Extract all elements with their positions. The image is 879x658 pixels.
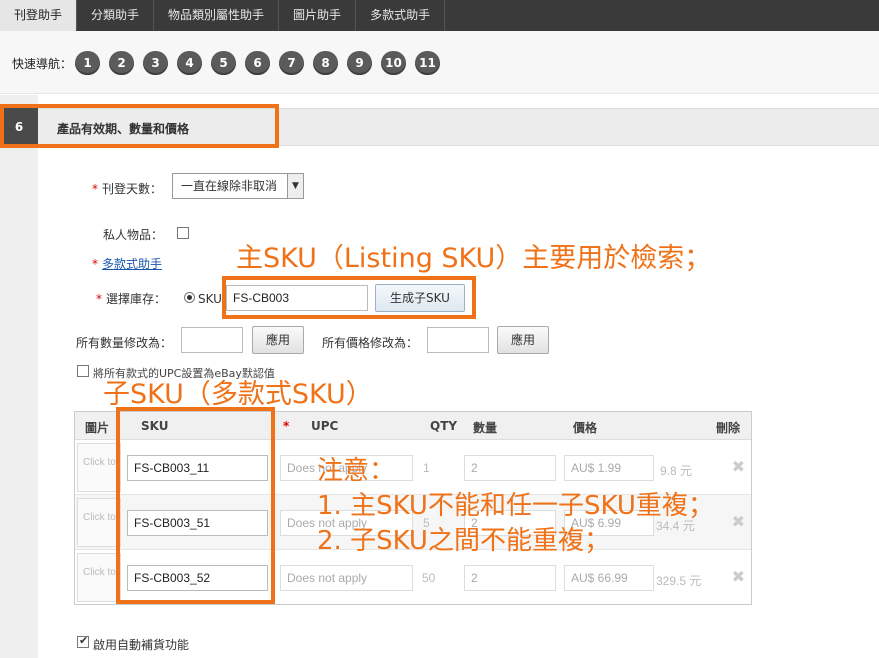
quick-nav-step-5[interactable]: 5 xyxy=(211,51,236,75)
converted-price: 329.5 元 xyxy=(656,574,702,588)
apply-price-button[interactable]: 應用 xyxy=(497,326,549,354)
auto-restock-checkbox[interactable] xyxy=(77,634,89,648)
upc-input[interactable]: Does not apply xyxy=(280,565,413,591)
image-placeholder[interactable]: Click to change xyxy=(77,553,121,602)
header-qty: QTY xyxy=(430,419,458,433)
image-placeholder[interactable]: Click to change xyxy=(77,443,121,492)
header-price: 價格 xyxy=(573,421,598,435)
quick-nav-label: 快速導航： xyxy=(12,57,73,71)
duration-select[interactable]: 一直在線除非取消 ▼ xyxy=(172,173,304,199)
variation-helper-link[interactable]: 多款式助手 xyxy=(102,257,162,271)
delete-icon[interactable]: ✖ xyxy=(732,512,745,531)
quantity-input[interactable]: 2 xyxy=(464,455,556,481)
header-image: 圖片 xyxy=(85,421,110,435)
price-input[interactable]: AU$ 1.99 xyxy=(564,455,654,481)
tab-item-specifics-helper[interactable]: 物品類別屬性助手 xyxy=(154,0,280,31)
sku-radio-label: SKU xyxy=(198,292,222,306)
section-highlight-box xyxy=(0,104,279,148)
header-quantity: 數量 xyxy=(473,421,498,435)
tab-category-helper[interactable]: 分類助手 xyxy=(77,0,155,31)
header-upc: UPC xyxy=(311,419,339,433)
note-title: 注意： xyxy=(317,456,396,486)
all-quantity-input[interactable] xyxy=(181,327,243,353)
all-price-input[interactable] xyxy=(427,327,489,353)
note-1: 1. 主SKU不能和任一子SKU重複； xyxy=(317,491,714,521)
quick-nav-step-3[interactable]: 3 xyxy=(143,51,168,75)
qty-value: 1 xyxy=(423,461,430,475)
tab-image-helper[interactable]: 圖片助手 xyxy=(279,0,357,31)
converted-price: 9.8 元 xyxy=(660,464,693,478)
child-sku-highlight-box xyxy=(116,407,275,604)
quick-nav: 快速導航： 1 2 3 4 5 6 7 8 9 10 11 xyxy=(0,31,879,94)
quick-nav-step-8[interactable]: 8 xyxy=(313,51,338,75)
quick-nav-step-4[interactable]: 4 xyxy=(177,51,202,75)
upc-default-checkbox[interactable] xyxy=(77,365,89,377)
all-quantity-label: 所有數量修改為： xyxy=(76,336,173,350)
left-gutter xyxy=(0,95,38,658)
duration-label: * 刊登天數： xyxy=(92,182,163,196)
header-upc-required: * xyxy=(283,419,290,433)
variation-helper-row: * 多款式助手 xyxy=(92,257,163,271)
quick-nav-step-6[interactable]: 6 xyxy=(245,51,270,75)
delete-icon[interactable]: ✖ xyxy=(732,457,745,476)
note-2: 2. 子SKU之間不能重複； xyxy=(317,526,610,556)
quantity-input[interactable]: 2 xyxy=(464,565,556,591)
quick-nav-step-10[interactable]: 10 xyxy=(381,51,406,75)
tab-listing-helper[interactable]: 刊登助手 xyxy=(0,0,78,31)
all-price-label: 所有價格修改為： xyxy=(322,336,419,350)
image-placeholder[interactable]: Click to change xyxy=(77,498,121,547)
top-tab-bar: 刊登助手 分類助手 物品類別屬性助手 圖片助手 多款式助手 xyxy=(0,0,879,31)
quick-nav-step-2[interactable]: 2 xyxy=(109,51,134,75)
tab-variation-helper[interactable]: 多款式助手 xyxy=(356,0,446,31)
quick-nav-step-1[interactable]: 1 xyxy=(75,51,100,75)
child-sku-annotation: 子SKU（多款式SKU） xyxy=(103,379,373,410)
main-sku-highlight-box xyxy=(222,276,476,319)
inventory-label: * 選擇庫存： xyxy=(96,292,167,306)
quick-nav-numbers: 1 2 3 4 5 6 7 8 9 10 11 xyxy=(75,51,440,75)
private-listing-checkbox[interactable] xyxy=(177,227,189,239)
delete-icon[interactable]: ✖ xyxy=(732,567,745,586)
price-input[interactable]: AU$ 66.99 xyxy=(564,565,654,591)
qty-value: 50 xyxy=(422,571,436,585)
quick-nav-step-11[interactable]: 11 xyxy=(415,51,440,75)
private-listing-label: 私人物品： xyxy=(103,228,164,242)
header-delete: 刪除 xyxy=(716,421,741,435)
auto-restock-label: 啟用自動補貨功能 xyxy=(93,638,190,652)
quick-nav-step-7[interactable]: 7 xyxy=(279,51,304,75)
apply-quantity-button[interactable]: 應用 xyxy=(252,326,304,354)
quick-nav-step-9[interactable]: 9 xyxy=(347,51,372,75)
chevron-down-icon: ▼ xyxy=(287,174,303,198)
sku-radio[interactable] xyxy=(184,292,195,303)
main-sku-annotation: 主SKU（Listing SKU）主要用於檢索； xyxy=(236,243,712,274)
